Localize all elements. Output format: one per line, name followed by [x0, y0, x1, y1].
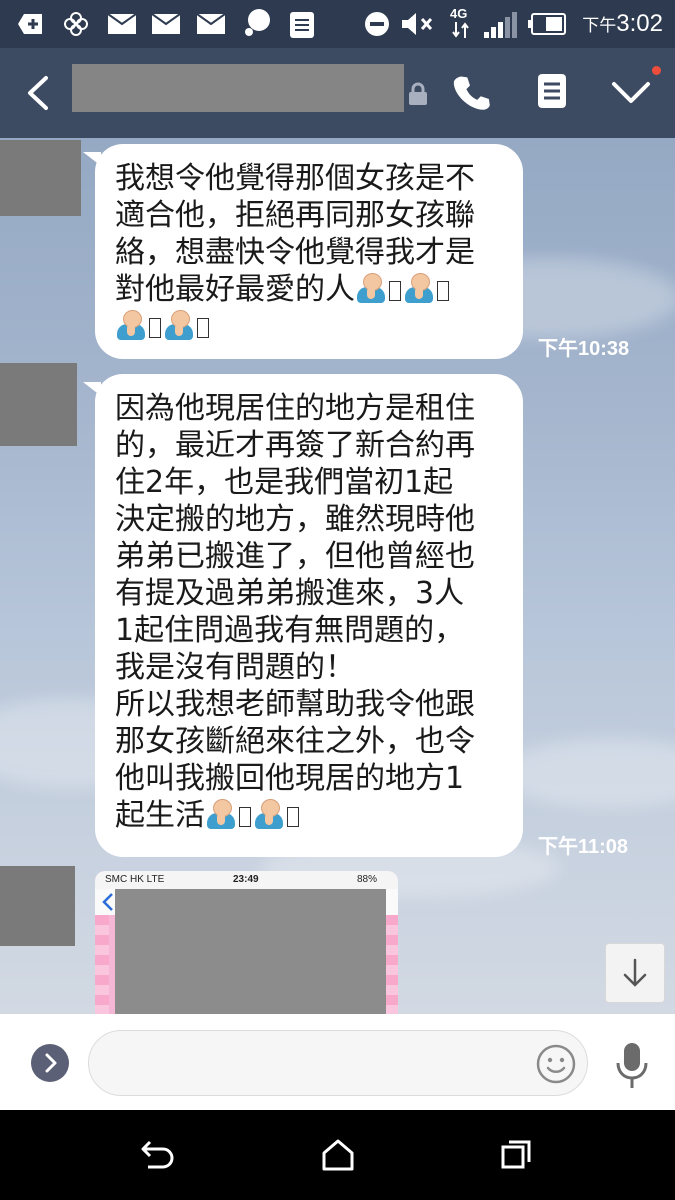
praying-monk-emoji-icon — [115, 310, 147, 342]
message-line: 1起住問過我有無問題的， — [115, 613, 465, 648]
missing-glyph-icon — [149, 318, 161, 338]
avatar[interactable] — [0, 140, 81, 216]
message-line: 因為他現居住的地方是租住 — [115, 391, 475, 426]
missing-glyph-icon — [197, 318, 209, 338]
phone-icon[interactable] — [452, 72, 492, 112]
message-line: 的，最近才再簽了新合約再 — [115, 428, 475, 463]
message-line: 那女孩斷絕來往之外，也令 — [115, 724, 475, 759]
add-icon — [18, 14, 42, 34]
chevron-right-icon — [45, 1053, 57, 1073]
missing-glyph-icon — [239, 807, 251, 827]
document-icon — [290, 12, 314, 38]
scroll-to-bottom-button[interactable] — [605, 943, 665, 1003]
input-bar — [0, 1014, 675, 1110]
message-line: 他叫我搬回他現居的地方1 — [115, 761, 465, 796]
chevron-left-icon[interactable] — [18, 72, 58, 114]
missing-glyph-icon — [437, 281, 449, 301]
chevron-down-icon[interactable] — [610, 78, 652, 108]
message-line: 弟弟已搬進了，但他曾經也 — [115, 539, 475, 574]
praying-monk-emoji-icon — [163, 310, 195, 342]
chat-bubble-icon — [245, 9, 270, 36]
network-type: 4G — [450, 6, 468, 21]
shared-screenshot-image[interactable]: SMC HK LTE 23:49 88% — [95, 871, 398, 1014]
arrow-down-icon — [623, 958, 647, 987]
praying-monk-emoji-icon — [253, 799, 285, 831]
notification-dot — [652, 66, 661, 75]
message-timestamp: 下午11:08 — [538, 836, 629, 858]
message-line: 對他最好最愛的人 — [115, 272, 355, 307]
screenshot-carrier: SMC HK LTE — [105, 874, 165, 885]
message-line: 決定搬的地方，雖然現時他 — [115, 502, 475, 537]
praying-monk-emoji-icon — [355, 273, 387, 305]
mute-icon — [402, 13, 433, 35]
message-line: 絡，想盡快令他覺得我才是 — [115, 235, 475, 270]
message-line: 適合他，拒絕再同那女孩聯 — [115, 198, 475, 233]
data-arrows-icon — [452, 22, 469, 38]
mail-icon — [108, 14, 136, 34]
message-timestamp: 下午10:38 — [538, 338, 630, 360]
screenshot-battery: 88% — [357, 874, 378, 885]
message-bubble[interactable]: 我想令他覺得那個女孩是不 適合他，拒絕再同那女孩聯 絡，想盡快令他覺得我才是 對… — [83, 144, 523, 359]
message-line: 我是沒有問題的！ — [115, 650, 355, 685]
chat-area[interactable]: 我想令他覺得那個女孩是不 適合他，拒絕再同那女孩聯 絡，想盡快令他覺得我才是 對… — [0, 138, 675, 1014]
message-line: 住2年，也是我們當初1起 — [115, 465, 454, 500]
screenshot-redacted — [115, 889, 386, 1014]
praying-monk-emoji-icon — [403, 273, 435, 305]
chat-header — [0, 48, 675, 138]
flower-app-icon — [64, 12, 88, 36]
message-bubble[interactable]: 因為他現居住的地方是租住 的，最近才再簽了新合約再 住2年，也是我們當初1起 決… — [83, 374, 523, 857]
recents-icon[interactable] — [500, 1138, 534, 1172]
message-line: 我想令他覺得那個女孩是不 — [115, 161, 475, 196]
signal-icon — [484, 12, 517, 38]
microphone-icon[interactable] — [614, 1041, 650, 1091]
do-not-disturb-icon — [365, 12, 389, 36]
message-line: 起生活 — [115, 798, 205, 833]
status-bar: 4G 下午3:02 — [0, 0, 675, 48]
missing-glyph-icon — [389, 281, 401, 301]
lock-icon — [409, 82, 427, 105]
message-line: 所以我想老師幫助我令他跟 — [115, 687, 475, 722]
back-icon[interactable] — [140, 1138, 176, 1172]
notes-icon[interactable] — [536, 72, 568, 112]
praying-monk-emoji-icon — [205, 799, 237, 831]
screenshot-time: 23:49 — [233, 874, 259, 885]
message-line: 有提及過弟弟搬進來，3人 — [115, 576, 465, 611]
battery-icon — [528, 13, 566, 35]
home-icon[interactable] — [320, 1138, 356, 1172]
system-nav-bar — [0, 1110, 675, 1200]
contact-name-redacted — [72, 64, 404, 112]
avatar[interactable] — [0, 866, 75, 946]
chevron-left-icon — [102, 893, 113, 911]
avatar[interactable] — [0, 363, 77, 446]
screenshot-status-bar: SMC HK LTE 23:49 88% — [95, 871, 398, 889]
smiley-icon[interactable] — [535, 1043, 577, 1085]
mail-icon — [152, 14, 180, 34]
missing-glyph-icon — [287, 807, 299, 827]
message-input[interactable] — [88, 1030, 588, 1096]
expand-button[interactable] — [31, 1044, 69, 1082]
mail-icon — [197, 14, 225, 34]
clock: 下午3:02 — [582, 10, 663, 37]
